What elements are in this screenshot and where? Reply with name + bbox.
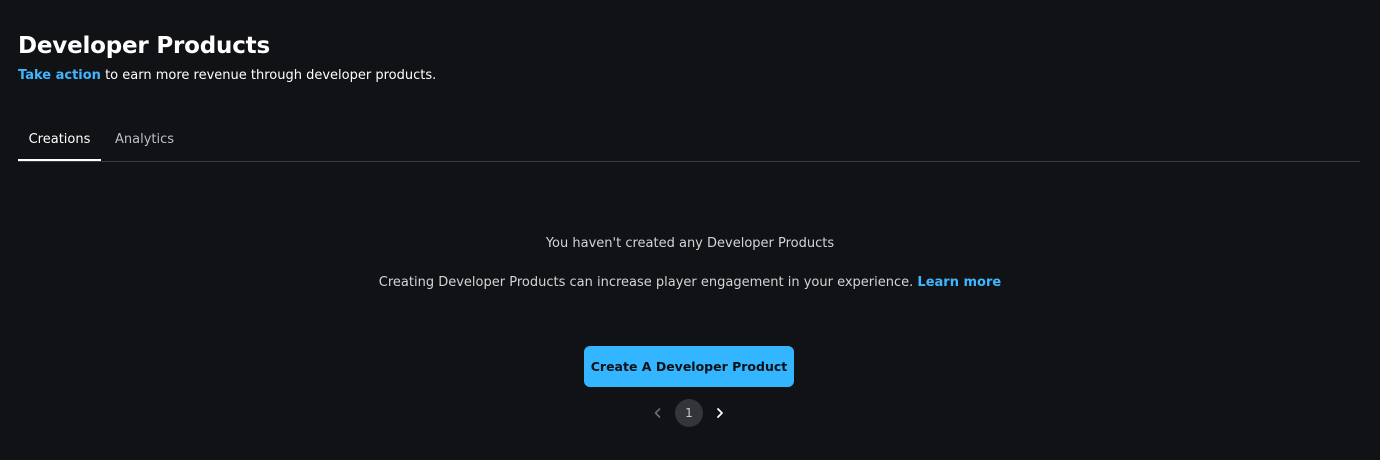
chevron-right-icon[interactable] — [708, 399, 732, 427]
pagination: 1 — [645, 399, 735, 427]
developer-products-page: Developer Products Take action to earn m… — [0, 0, 1380, 460]
tab-bar: Creations Analytics — [18, 120, 1360, 162]
empty-state-description: Creating Developer Products can increase… — [0, 274, 1380, 292]
tab-creations[interactable]: Creations — [18, 120, 101, 161]
chevron-left-icon[interactable] — [645, 399, 669, 427]
subtitle-text: to earn more revenue through developer p… — [100, 68, 437, 83]
page-number-button[interactable]: 1 — [675, 399, 703, 427]
page-title: Developer Products — [18, 33, 270, 59]
take-action-link[interactable]: Take action — [18, 68, 101, 83]
page-subtitle: Take action to earn more revenue through… — [18, 67, 436, 85]
tab-analytics[interactable]: Analytics — [115, 120, 174, 160]
learn-more-link[interactable]: Learn more — [917, 275, 1001, 290]
empty-state-title: You haven't created any Developer Produc… — [545, 236, 835, 251]
create-developer-product-button[interactable]: Create A Developer Product — [584, 346, 794, 387]
empty-state-description-text: Creating Developer Products can increase… — [378, 275, 918, 290]
